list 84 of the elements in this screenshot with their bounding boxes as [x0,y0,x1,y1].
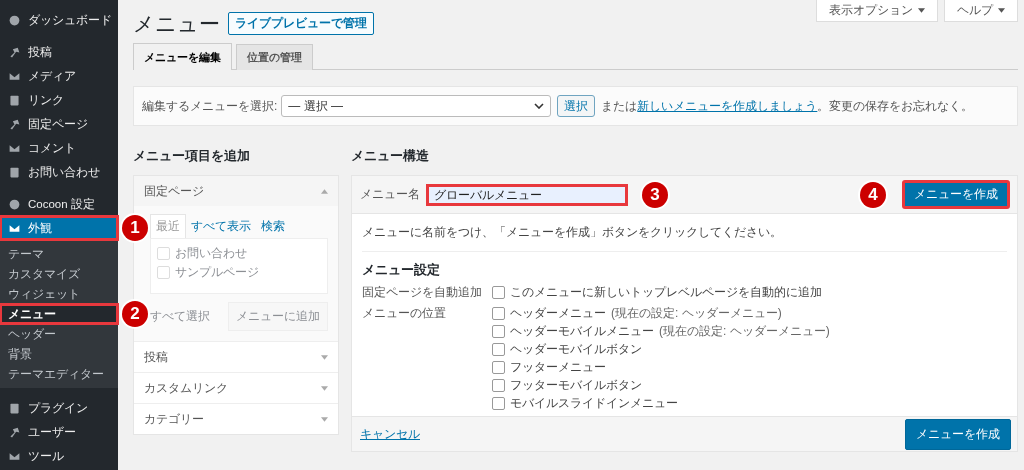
dropdown-button[interactable]: 表示オプション [816,0,938,22]
sidebar-item[interactable]: ダッシュボード [0,8,118,32]
instruction-text: メニューに名前をつけ、「メニューを作成」ボタンをクリックしてください。 [362,214,1007,252]
menu-label: 固定ページ [28,116,88,132]
menu-label: 外観 [28,220,52,236]
checkbox[interactable] [492,397,505,410]
setting-label: メニューの位置 [362,305,447,322]
caret-icon [918,8,925,13]
step-number-badge: 2 [122,301,148,327]
menu-name-label: メニュー名 [360,186,420,203]
chevron-icon [534,103,545,109]
sidebar-item[interactable]: プラグイン [0,396,118,420]
checkbox[interactable] [492,343,505,356]
new-menu-link[interactable]: 新しいメニューを作成しましょう [637,98,818,113]
checkbox[interactable] [492,286,505,299]
menu-label: ユーザー [28,424,76,440]
settings-heading: メニュー設定 [362,261,441,279]
checkbox-label: フッターメニュー [510,359,606,376]
caret-icon [998,8,1005,13]
submenu-item[interactable]: ヘッダー [0,324,118,344]
menu-label: メディア [28,68,76,84]
checkbox[interactable] [492,307,505,320]
select-hint: または新しいメニューを作成しましょう。変更の保存をお忘れなく。 [601,97,974,115]
checkbox-label: ヘッダーメニュー [510,305,606,322]
sidebar-item[interactable]: 投稿 [0,40,118,64]
menu-select[interactable]: — 選択 — [281,95,552,117]
checkbox[interactable] [492,361,505,374]
step-number-badge: 4 [860,181,886,208]
sidebar-item[interactable]: ツール [0,444,118,468]
step-number-badge: 3 [642,181,668,208]
sidebar-item[interactable]: リンク [0,88,118,112]
menu-label: 投稿 [28,44,52,60]
menu-label: リンク [28,92,64,108]
menu-label: ツール [28,448,64,464]
caret-icon [321,354,328,360]
tab[interactable]: メニューを編集 [133,43,232,70]
select-label: 編集するメニューを選択: [142,97,278,115]
dropdown-button[interactable]: ヘルプ [944,0,1018,22]
create-menu-button[interactable]: メニューを作成 [903,181,1009,208]
submenu-item[interactable]: 背景 [0,344,118,364]
checkbox-label: ヘッダーモバイルメニュー [510,323,654,340]
tab[interactable]: 位置の管理 [236,44,313,70]
menu-label: プラグイン [28,400,88,416]
tab[interactable]: 検索 [256,214,290,238]
submenu-item[interactable]: テーマ [0,244,118,264]
menu-label: Cocoon 設定 [28,196,95,212]
submenu-item[interactable]: カスタマイズ [0,264,118,284]
location-note: (現在の設定: ヘッダーメニュー) [659,323,830,340]
tab[interactable]: すべて表示 [186,214,256,238]
menu-label: コメント [28,140,76,156]
checkbox-label: フッターモバイルボタン [510,377,642,394]
setting-label: 固定ページを自動追加 [362,284,483,301]
caret-icon [321,416,328,422]
checkbox[interactable] [492,325,505,338]
accordion-header[interactable]: 固定ページ [134,176,338,206]
sidebar-item[interactable]: コメント [0,136,118,160]
menu-label: ダッシュボード [28,12,112,28]
checkbox[interactable] [492,379,505,392]
submenu-item[interactable]: ウィジェット [0,284,118,304]
section-heading: メニュー項目を追加 [133,148,251,165]
checkbox-label: お問い合わせ [175,245,247,262]
caret-icon [321,188,328,194]
cancel-link[interactable]: キャンセル [360,425,420,443]
sidebar-item[interactable]: メディア [0,64,118,88]
checkbox-label: モバイルスライドインメニュー [510,395,678,412]
select-button[interactable]: 選択 [557,95,596,117]
live-preview-button[interactable]: ライブプレビューで管理 [228,12,374,35]
section-heading: メニュー構造 [351,148,430,165]
step-number-badge: 1 [122,215,148,241]
sidebar-item[interactable]: ユーザー [0,420,118,444]
checkbox-label: ヘッダーモバイルボタン [510,341,642,358]
checkbox-label: サンプルページ [175,264,259,281]
sidebar-item[interactable]: 固定ページ [0,112,118,136]
select-all-label: すべて選択 [150,308,210,325]
menu-name-field[interactable]: グローバルメニュー [427,184,627,205]
menu-label: お問い合わせ [28,164,100,180]
caret-icon [321,385,328,391]
checkbox-label: このメニューに新しいトップレベルページを自動的に追加 [510,284,822,301]
sidebar-item[interactable]: Cocoon 設定 [0,192,118,216]
create-menu-button[interactable]: メニューを作成 [905,418,1011,450]
location-note: (現在の設定: ヘッダーメニュー) [611,305,782,322]
submenu-item[interactable]: テーマエディター [0,364,118,384]
sidebar-item[interactable]: お問い合わせ [0,160,118,184]
page-title: メニュー [133,10,220,37]
